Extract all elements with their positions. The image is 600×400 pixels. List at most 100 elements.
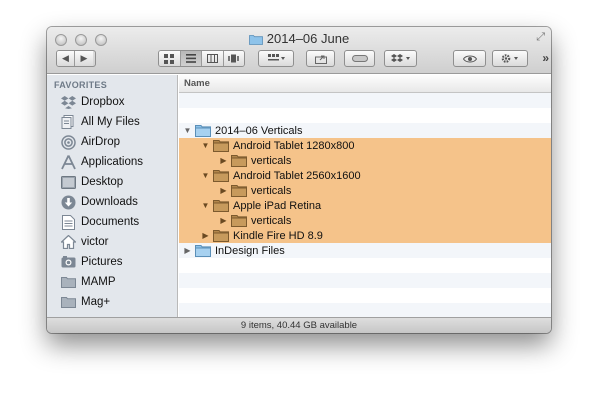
folder-icon <box>248 33 263 48</box>
share-button[interactable] <box>306 50 335 67</box>
sidebar-item-victor[interactable]: victor <box>47 232 178 252</box>
dropbox-button[interactable] <box>384 50 417 67</box>
sidebar-item-label: Documents <box>81 216 140 228</box>
disclosure-expanded-icon[interactable]: ▼ <box>201 141 210 150</box>
sidebar-item-label: Downloads <box>81 196 138 208</box>
sidebar-item-label: Desktop <box>81 176 124 188</box>
sidebar-item-airdrop[interactable]: AirDrop <box>47 132 178 152</box>
tag-button[interactable] <box>344 50 375 67</box>
folder-icon <box>231 185 247 197</box>
list-row-folder[interactable]: ▼ Apple iPad Retina <box>179 198 551 213</box>
sidebar-item-downloads[interactable]: Downloads <box>47 192 178 212</box>
forward-button[interactable]: ▶ <box>75 51 93 66</box>
list-row-folder[interactable]: ▼ Android Tablet 2560x1600 <box>179 168 551 183</box>
sidebar-item-all-my-files[interactable]: All My Files <box>47 112 178 132</box>
list-row-folder[interactable]: ▼ 2014–06 Verticals <box>179 123 551 138</box>
window-title-text: 2014–06 June <box>266 31 350 46</box>
folder-icon <box>213 230 229 242</box>
disclosure-collapsed-icon[interactable]: ▶ <box>219 216 228 225</box>
file-name: 2014–06 Verticals <box>215 124 303 137</box>
file-name: verticals <box>251 214 292 227</box>
back-button[interactable]: ◀ <box>57 51 75 66</box>
disclosure-expanded-icon[interactable]: ▼ <box>183 126 192 135</box>
sidebar-item-label: Dropbox <box>81 96 125 108</box>
list-row-folder[interactable]: ▶ InDesign Files <box>179 243 551 258</box>
file-name: Android Tablet 1280x800 <box>233 139 355 152</box>
file-name: verticals <box>251 184 292 197</box>
sidebar-item-applications[interactable]: Applications <box>47 152 178 172</box>
share-icon <box>314 55 327 64</box>
sidebar-item-label: Applications <box>81 156 144 168</box>
disclosure-collapsed-icon[interactable]: ▶ <box>219 186 228 195</box>
sidebar-item-pictures[interactable]: Pictures <box>47 252 178 272</box>
sidebar-item-documents[interactable]: Documents <box>47 212 178 232</box>
sidebar-item-label: MAMP <box>81 276 116 288</box>
folder-icon <box>213 170 229 182</box>
list-view-button[interactable] <box>180 51 202 66</box>
arrange-grid-icon <box>267 54 285 61</box>
nav-segment: ◀ ▶ <box>56 50 96 67</box>
folder-icon <box>195 245 211 257</box>
column-view-button[interactable] <box>202 51 224 66</box>
file-name: InDesign Files <box>215 244 285 257</box>
disclosure-collapsed-icon[interactable]: ▶ <box>201 231 210 240</box>
view-segment <box>158 50 245 67</box>
list-view-icon <box>185 54 196 63</box>
icon-view-icon <box>164 53 175 64</box>
desktop-icon <box>60 174 76 190</box>
file-name: Kindle Fire HD 8.9 <box>233 229 323 242</box>
sidebar: FAVORITES Dropbox All My Files AirDrop A… <box>47 75 178 317</box>
dropbox-icon <box>390 53 410 62</box>
disclosure-collapsed-icon[interactable]: ▶ <box>219 156 228 165</box>
fullscreen-icon[interactable]: ⤢ <box>536 31 545 44</box>
coverflow-view-icon <box>228 54 240 63</box>
sidebar-item-desktop[interactable]: Desktop <box>47 172 178 192</box>
folder-icon <box>231 155 247 167</box>
folder-icon <box>213 200 229 212</box>
file-list: Name ▼ 2014–06 Verticals ▼ Android Table… <box>179 75 551 317</box>
list-row-folder[interactable]: ▶ verticals <box>179 213 551 228</box>
sidebar-item-label: victor <box>81 236 109 248</box>
file-name: Apple iPad Retina <box>233 199 322 212</box>
home-icon <box>60 234 76 250</box>
status-text: 9 items, 40.44 GB available <box>240 320 358 331</box>
coverflow-view-button[interactable] <box>223 51 244 66</box>
toolbar-overflow-button[interactable]: » <box>542 51 549 65</box>
folder-icon <box>195 125 211 137</box>
file-name: verticals <box>251 154 292 167</box>
title-bar: 2014–06 June ⤢ ◀ ▶ » <box>47 27 551 74</box>
list-row-folder[interactable]: ▶ Kindle Fire HD 8.9 <box>179 228 551 243</box>
window-title: 2014–06 June <box>47 31 551 48</box>
quicklook-button[interactable] <box>453 50 486 67</box>
downloads-icon <box>60 194 76 210</box>
eye-icon <box>462 55 477 62</box>
gear-icon <box>501 54 518 63</box>
column-view-icon <box>206 54 218 63</box>
action-button[interactable] <box>492 50 528 67</box>
folder-icon <box>213 140 229 152</box>
finder-window: 2014–06 June ⤢ ◀ ▶ » FAVORITES Dropbox A… <box>47 27 551 333</box>
folder-icon <box>60 294 76 310</box>
sidebar-item-label: AirDrop <box>81 136 120 148</box>
sidebar-item-mag-plus[interactable]: Mag+ <box>47 292 178 312</box>
sidebar-item-label: Mag+ <box>81 296 111 308</box>
dropbox-icon <box>60 94 76 110</box>
list-row-folder[interactable]: ▶ verticals <box>179 183 551 198</box>
documents-icon <box>60 214 76 230</box>
all-files-icon <box>60 114 76 130</box>
applications-icon <box>60 154 76 170</box>
list-row-folder[interactable]: ▶ verticals <box>179 153 551 168</box>
list-row-folder[interactable]: ▼ Android Tablet 1280x800 <box>179 138 551 153</box>
disclosure-collapsed-icon[interactable]: ▶ <box>183 246 192 255</box>
column-header-name[interactable]: Name <box>179 75 551 93</box>
airdrop-icon <box>60 134 76 150</box>
sidebar-item-mamp[interactable]: MAMP <box>47 272 178 292</box>
sidebar-item-dropbox[interactable]: Dropbox <box>47 92 178 112</box>
disclosure-expanded-icon[interactable]: ▼ <box>201 201 210 210</box>
favorites-header: FAVORITES <box>54 80 108 90</box>
icon-view-button[interactable] <box>159 51 181 66</box>
file-name: Android Tablet 2560x1600 <box>233 169 361 182</box>
disclosure-expanded-icon[interactable]: ▼ <box>201 171 210 180</box>
tag-icon <box>351 55 368 62</box>
arrange-button[interactable] <box>258 50 294 67</box>
